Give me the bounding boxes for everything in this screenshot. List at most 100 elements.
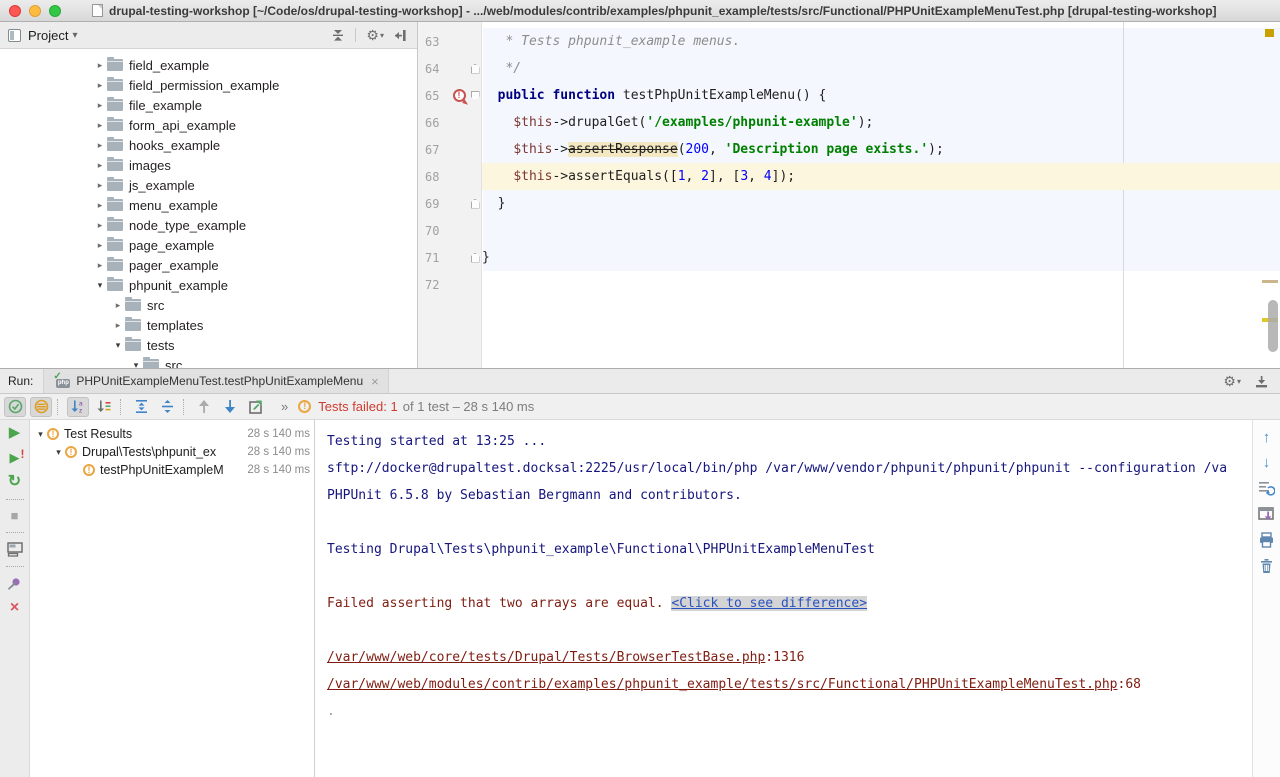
code-line[interactable]: 65! public function testPhpUnitExampleMe… xyxy=(418,82,1280,109)
code-line[interactable]: 71} xyxy=(418,244,1280,271)
project-tree-item[interactable]: ▸page_example xyxy=(0,235,417,255)
project-tree-item[interactable]: ▸field_example xyxy=(0,55,417,75)
project-tree-item[interactable]: ▾phpunit_example xyxy=(0,275,417,295)
code-line[interactable]: 69 } xyxy=(418,190,1280,217)
code-text[interactable]: $this->drupalGet('/examples/phpunit-exam… xyxy=(482,109,1280,136)
project-tree-item[interactable]: ▸field_permission_example xyxy=(0,75,417,95)
error-stripe-mark[interactable] xyxy=(1262,280,1278,283)
next-failed-test-button[interactable] xyxy=(219,397,241,417)
close-tab-icon[interactable]: × xyxy=(371,374,379,389)
run-tab[interactable]: ✓ php PHPUnitExampleMenuTest.testPhpUnit… xyxy=(43,369,388,393)
line-number[interactable]: 72 xyxy=(418,278,450,292)
project-tree-item[interactable]: ▸file_example xyxy=(0,95,417,115)
sort-by-duration-button[interactable] xyxy=(93,397,115,417)
toggle-auto-test-button[interactable]: ↻ xyxy=(8,474,21,490)
line-number[interactable]: 68 xyxy=(418,170,450,184)
hide-run-panel-button[interactable] xyxy=(1255,375,1268,388)
line-number[interactable]: 70 xyxy=(418,224,450,238)
tree-toggle-arrow[interactable]: ▸ xyxy=(93,80,107,91)
code-line[interactable]: 63 * Tests phpunit_example menus. xyxy=(418,28,1280,55)
rerun-button[interactable]: ▶ xyxy=(9,425,21,441)
sort-alphabetically-button[interactable]: a z xyxy=(67,397,89,417)
code-line[interactable]: 72 xyxy=(418,271,1280,298)
code-line[interactable]: 64 */ xyxy=(418,55,1280,82)
minimize-window-button[interactable] xyxy=(29,5,41,17)
project-tree-item[interactable]: ▸src xyxy=(0,295,417,315)
down-stack-trace-button[interactable]: ↓ xyxy=(1263,455,1271,470)
line-number[interactable]: 66 xyxy=(418,116,450,130)
test-tree-row[interactable]: ▾!Test Results28 s 140 ms xyxy=(30,425,314,443)
line-number[interactable]: 63 xyxy=(418,35,450,49)
tree-toggle-arrow[interactable]: ▸ xyxy=(93,200,107,211)
project-tree-item[interactable]: ▸templates xyxy=(0,315,417,335)
tree-toggle-arrow[interactable]: ▾ xyxy=(52,447,65,458)
tree-toggle-arrow[interactable]: ▸ xyxy=(93,260,107,271)
project-tree-item[interactable]: ▸images xyxy=(0,155,417,175)
fold-marker[interactable] xyxy=(471,91,480,101)
tree-toggle-arrow[interactable]: ▾ xyxy=(129,360,143,369)
code-text[interactable]: } xyxy=(482,190,1280,217)
stop-button[interactable]: ■ xyxy=(11,509,19,523)
project-settings-gear-button[interactable]: ⚙ ▾ xyxy=(366,27,384,44)
run-settings-gear-button[interactable]: ⚙ ▾ xyxy=(1223,373,1241,390)
print-button[interactable] xyxy=(1258,532,1275,548)
fold-marker[interactable] xyxy=(471,64,480,74)
tree-toggle-arrow[interactable]: ▸ xyxy=(93,160,107,171)
rerun-failed-tests-button[interactable]: ▶! xyxy=(10,450,20,465)
more-actions-chevron[interactable]: » xyxy=(281,399,288,414)
tree-toggle-arrow[interactable]: ▸ xyxy=(111,300,125,311)
see-difference-link[interactable]: <Click to see difference> xyxy=(671,596,867,611)
previous-failed-test-button[interactable] xyxy=(193,397,215,417)
project-panel-title[interactable]: Project xyxy=(28,28,68,43)
zoom-window-button[interactable] xyxy=(49,5,61,17)
tree-toggle-arrow[interactable]: ▸ xyxy=(111,320,125,331)
code-text[interactable]: $this->assertResponse(200, 'Description … xyxy=(482,136,1280,163)
tree-toggle-arrow[interactable]: ▸ xyxy=(93,220,107,231)
code-text[interactable]: $this->assertEquals([1, 2], [3, 4]); xyxy=(482,163,1280,190)
tree-toggle-arrow[interactable]: ▾ xyxy=(111,340,125,351)
code-editor[interactable]: 63 * Tests phpunit_example menus.64 */65… xyxy=(418,22,1280,368)
line-number[interactable]: 71 xyxy=(418,251,450,265)
line-number[interactable]: 65 xyxy=(418,89,450,103)
tree-toggle-arrow[interactable]: ▸ xyxy=(93,60,107,71)
show-ignored-button[interactable] xyxy=(30,397,52,417)
show-passed-button[interactable] xyxy=(4,397,26,417)
import-test-results-button[interactable] xyxy=(245,397,267,417)
close-run-panel-button[interactable]: × xyxy=(10,600,19,616)
code-text[interactable]: */ xyxy=(482,55,1280,82)
tree-toggle-arrow[interactable]: ▸ xyxy=(93,140,107,151)
code-text[interactable]: } xyxy=(482,244,1280,271)
project-tree-item[interactable]: ▸js_example xyxy=(0,175,417,195)
failed-test-gutter-icon[interactable]: ! xyxy=(453,89,466,102)
project-tree-item[interactable]: ▸menu_example xyxy=(0,195,417,215)
project-tree-item[interactable]: ▸hooks_example xyxy=(0,135,417,155)
code-text[interactable] xyxy=(482,271,1280,298)
code-text[interactable]: public function testPhpUnitExampleMenu()… xyxy=(482,82,1280,109)
fold-marker[interactable] xyxy=(471,253,480,263)
tree-toggle-arrow[interactable]: ▾ xyxy=(93,280,107,291)
line-number[interactable]: 64 xyxy=(418,62,450,76)
file-link[interactable]: /var/www/web/core/tests/Drupal/Tests/Bro… xyxy=(327,650,765,665)
project-tree-item[interactable]: ▾tests xyxy=(0,335,417,355)
pin-tab-button[interactable] xyxy=(7,576,22,591)
project-tree-item[interactable]: ▸pager_example xyxy=(0,255,417,275)
test-tree-row[interactable]: !testPhpUnitExampleM28 s 140 ms xyxy=(30,461,314,479)
close-window-button[interactable] xyxy=(9,5,21,17)
open-results-in-editor-button[interactable] xyxy=(1258,506,1275,522)
up-stack-trace-button[interactable]: ↑ xyxy=(1263,430,1271,445)
project-tree-item[interactable]: ▸node_type_example xyxy=(0,215,417,235)
restore-layout-button[interactable] xyxy=(7,542,23,557)
code-line[interactable]: 68 $this->assertEquals([1, 2], [3, 4]); xyxy=(418,163,1280,190)
clear-console-button[interactable] xyxy=(1259,558,1274,574)
expand-all-button[interactable] xyxy=(130,397,152,417)
tree-toggle-arrow[interactable]: ▸ xyxy=(93,100,107,111)
line-number[interactable]: 69 xyxy=(418,197,450,211)
navigate-stacktrace-button[interactable] xyxy=(1258,480,1275,496)
code-text[interactable]: * Tests phpunit_example menus. xyxy=(482,28,1280,55)
tree-toggle-arrow[interactable]: ▾ xyxy=(34,429,47,440)
editor-scrollbar[interactable] xyxy=(1268,300,1278,352)
tree-toggle-arrow[interactable]: ▸ xyxy=(93,120,107,131)
code-line[interactable]: 67 $this->assertResponse(200, 'Descripti… xyxy=(418,136,1280,163)
fold-marker[interactable] xyxy=(471,199,480,209)
hide-project-panel-button[interactable] xyxy=(394,29,407,42)
